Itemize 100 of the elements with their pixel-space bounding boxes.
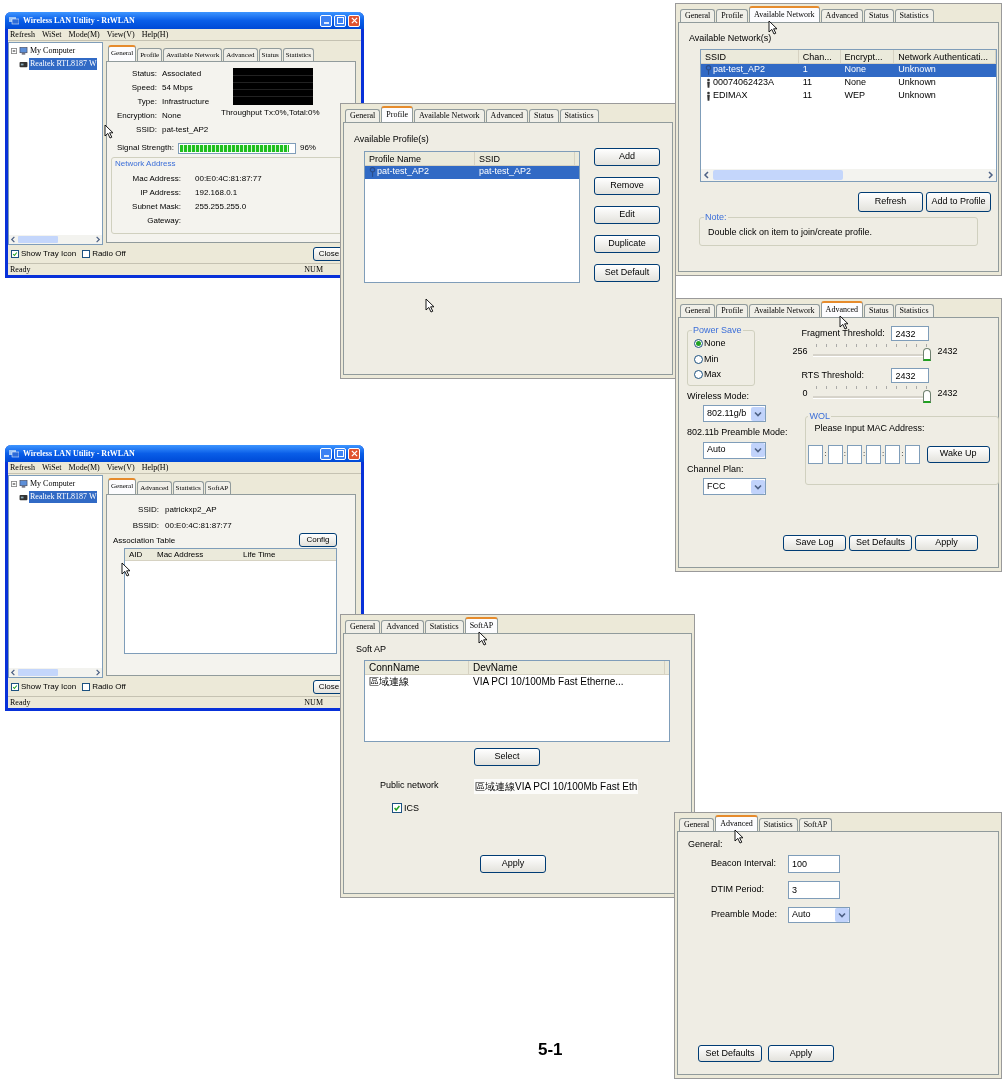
list-row[interactable]: EDIMAX 11 WEP Unknown bbox=[701, 89, 996, 103]
button[interactable]: Add bbox=[594, 147, 660, 166]
close-button[interactable] bbox=[348, 447, 360, 460]
mac-octet-field[interactable] bbox=[827, 444, 843, 464]
column-header[interactable]: ConnName bbox=[365, 660, 469, 674]
button[interactable]: Config bbox=[299, 533, 337, 547]
tab[interactable]: Advanced bbox=[715, 815, 758, 831]
menu-item[interactable]: Refresh bbox=[10, 28, 35, 41]
checkbox[interactable] bbox=[392, 803, 402, 814]
horizontal-scrollbar[interactable] bbox=[9, 668, 102, 677]
button[interactable]: Set Defaults bbox=[698, 1045, 762, 1062]
tab[interactable]: Advanced bbox=[381, 620, 424, 633]
slider[interactable] bbox=[813, 342, 932, 362]
dropdown[interactable]: Auto bbox=[703, 441, 766, 459]
tab[interactable]: Status bbox=[864, 9, 894, 22]
column-header[interactable]: Encrypt... bbox=[840, 49, 895, 63]
tab[interactable]: SoftAP bbox=[798, 818, 833, 831]
tab[interactable]: General bbox=[680, 9, 716, 22]
text-field[interactable]: 100 bbox=[788, 854, 840, 873]
tab[interactable]: Advanced bbox=[820, 301, 864, 317]
button[interactable]: Set Defaults bbox=[849, 535, 912, 551]
dropdown[interactable]: FCC bbox=[703, 478, 766, 495]
radio-button[interactable] bbox=[694, 370, 703, 380]
column-header[interactable]: SSID bbox=[475, 151, 575, 165]
menu-item[interactable]: WiSet bbox=[41, 461, 62, 474]
dropdown[interactable]: 802.11g/b bbox=[703, 405, 766, 422]
mac-octet-field[interactable] bbox=[846, 444, 862, 464]
list-row[interactable]: 區域連線 VIA PCI 10/100Mb Fast Etherne... bbox=[365, 674, 669, 688]
tab[interactable]: Profile bbox=[716, 9, 749, 22]
button[interactable]: Apply bbox=[915, 535, 978, 551]
checkbox[interactable] bbox=[82, 683, 91, 691]
checkbox[interactable] bbox=[11, 250, 19, 258]
horizontal-scrollbar[interactable] bbox=[9, 235, 102, 244]
tab[interactable]: Advanced bbox=[820, 9, 864, 22]
radio-button[interactable] bbox=[694, 339, 703, 349]
tab[interactable]: Statistics bbox=[894, 9, 934, 22]
button[interactable]: Remove bbox=[594, 176, 660, 195]
dropdown[interactable]: Auto bbox=[788, 906, 850, 923]
button[interactable]: Set Default bbox=[594, 263, 660, 282]
text-field[interactable]: 區域連線VIA PCI 10/100Mb Fast Eth bbox=[474, 778, 639, 794]
button[interactable]: Save Log bbox=[783, 535, 846, 551]
tab[interactable]: Profile bbox=[716, 304, 749, 317]
menu-item[interactable]: Mode(M) bbox=[68, 28, 100, 41]
tab[interactable]: Statistics bbox=[894, 304, 934, 317]
tab[interactable]: Status bbox=[529, 109, 559, 122]
collapse-icon[interactable] bbox=[11, 481, 17, 487]
tab[interactable]: Available Network bbox=[749, 304, 820, 317]
tab[interactable]: General bbox=[680, 304, 716, 317]
tab[interactable]: Available Network bbox=[749, 6, 820, 22]
tab[interactable]: Statistics bbox=[424, 620, 464, 633]
slider-thumb[interactable] bbox=[923, 390, 932, 403]
menu-item[interactable]: Help(H) bbox=[141, 461, 169, 474]
tab[interactable]: Profile bbox=[381, 106, 414, 122]
tree-item[interactable]: Realtek RTL8187 W bbox=[29, 58, 98, 70]
mac-octet-field[interactable] bbox=[866, 444, 882, 464]
checkbox[interactable] bbox=[11, 683, 19, 691]
mac-octet-field[interactable] bbox=[885, 444, 901, 464]
tab[interactable]: General bbox=[345, 109, 381, 122]
button[interactable]: Refresh bbox=[858, 191, 923, 212]
column-header[interactable]: DevName bbox=[469, 660, 665, 674]
button[interactable]: Wake Up bbox=[926, 445, 990, 463]
button[interactable]: Edit bbox=[594, 205, 660, 224]
radio-button[interactable] bbox=[694, 354, 703, 364]
text-field[interactable]: 2432 bbox=[891, 326, 930, 341]
column-header[interactable]: Life Time bbox=[239, 548, 299, 561]
tree-item[interactable]: Realtek RTL8187 W bbox=[29, 491, 98, 503]
column-header[interactable]: Network Authenticati... bbox=[894, 49, 996, 63]
checkbox[interactable] bbox=[82, 250, 91, 258]
tree-item[interactable]: My Computer bbox=[30, 478, 76, 490]
button[interactable]: Add to Profile bbox=[926, 191, 991, 212]
tab[interactable]: Statistics bbox=[559, 109, 599, 122]
maximize-button[interactable] bbox=[334, 447, 346, 460]
tree-item[interactable]: My Computer bbox=[30, 45, 76, 57]
mac-octet-field[interactable] bbox=[808, 444, 824, 464]
menu-item[interactable]: View(V) bbox=[106, 28, 135, 41]
tab[interactable]: General bbox=[679, 818, 715, 831]
column-header[interactable]: AID bbox=[125, 548, 153, 561]
menu-item[interactable]: WiSet bbox=[41, 28, 62, 41]
tab[interactable]: Status bbox=[864, 304, 894, 317]
mac-octet-field[interactable] bbox=[904, 444, 920, 464]
menu-item[interactable]: View(V) bbox=[106, 461, 135, 474]
maximize-button[interactable] bbox=[334, 14, 346, 27]
column-header[interactable]: SSID bbox=[701, 49, 799, 63]
button[interactable]: Apply bbox=[768, 1045, 834, 1062]
menu-item[interactable]: Refresh bbox=[10, 461, 35, 474]
collapse-icon[interactable] bbox=[11, 48, 17, 54]
column-header[interactable]: Mac Address bbox=[153, 548, 239, 561]
tab[interactable]: SoftAP bbox=[464, 617, 499, 633]
menu-item[interactable]: Help(H) bbox=[141, 28, 169, 41]
slider[interactable] bbox=[813, 384, 932, 404]
tab[interactable]: General bbox=[345, 620, 381, 633]
button[interactable]: Duplicate bbox=[594, 234, 660, 253]
close-button[interactable] bbox=[348, 14, 360, 27]
button[interactable]: Select bbox=[474, 747, 540, 766]
text-field[interactable]: 3 bbox=[788, 880, 840, 899]
slider-thumb[interactable] bbox=[923, 348, 932, 361]
list-row[interactable]: 00074062423A 11 None Unknown bbox=[701, 76, 996, 90]
column-header[interactable]: Profile Name bbox=[365, 151, 475, 165]
text-field[interactable]: 2432 bbox=[891, 368, 930, 383]
horizontal-scrollbar[interactable] bbox=[701, 168, 996, 181]
